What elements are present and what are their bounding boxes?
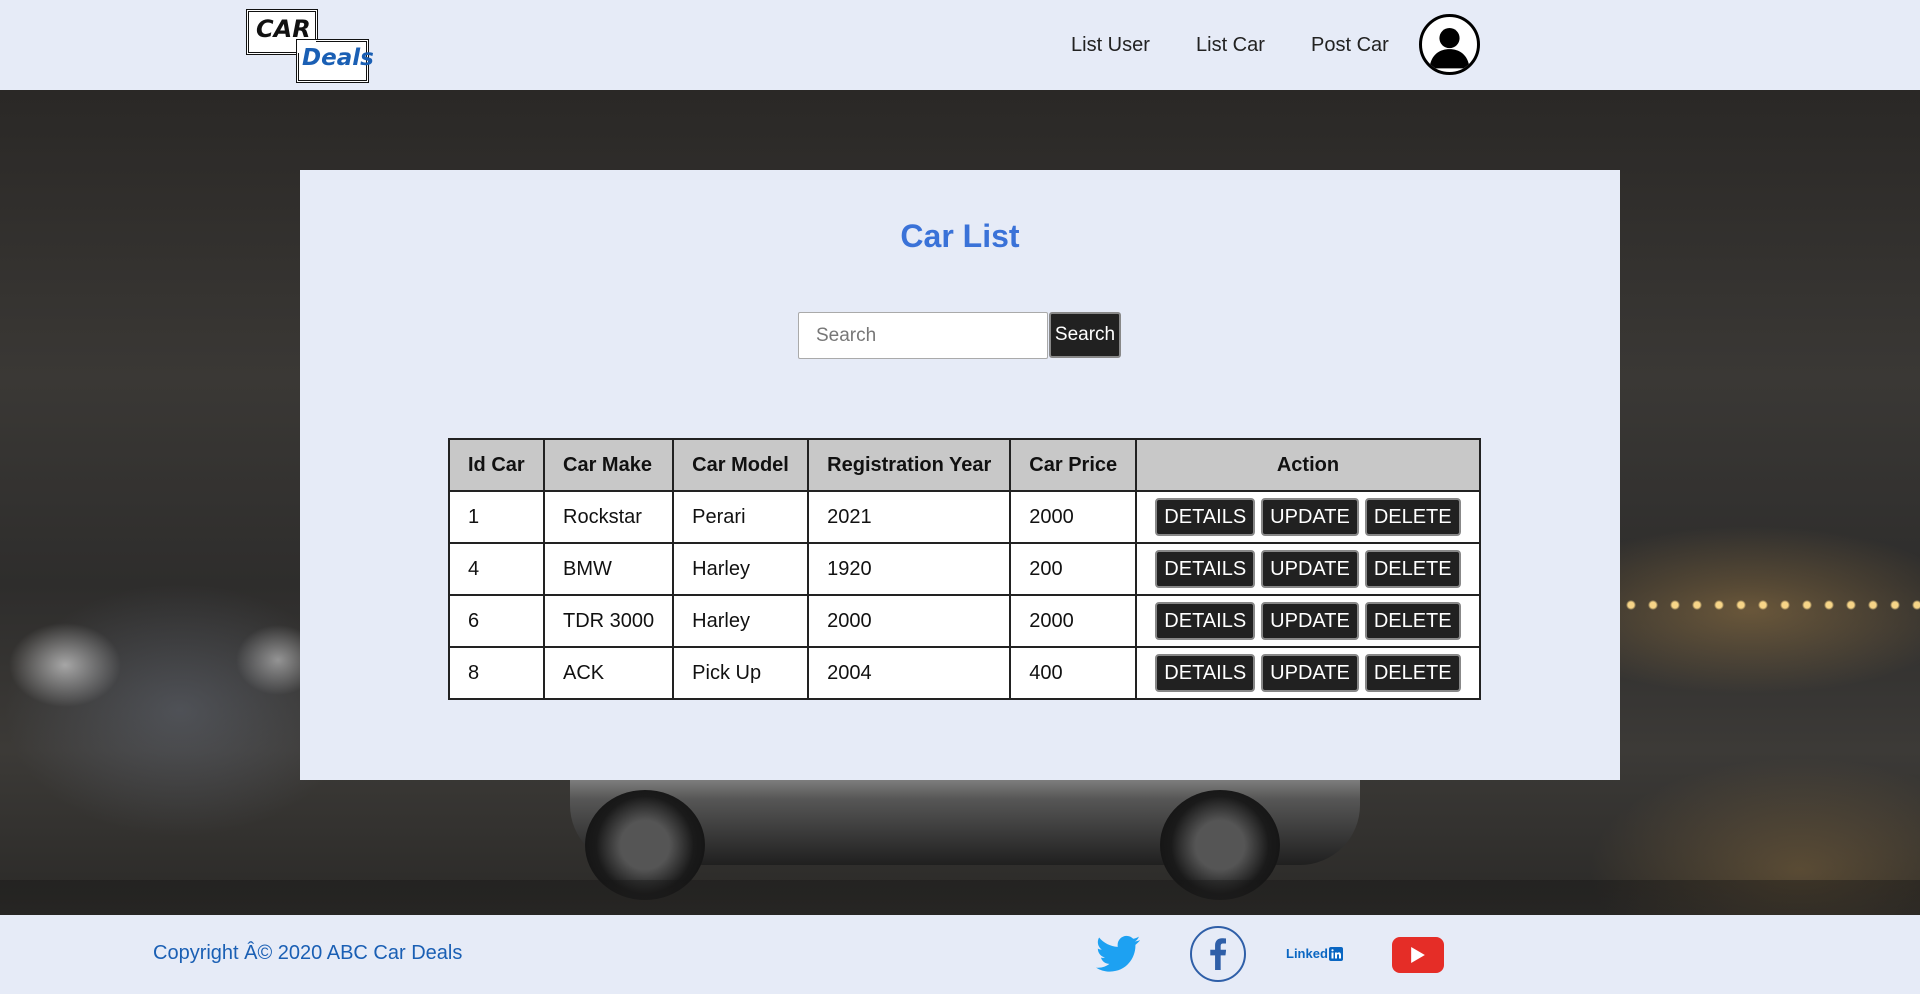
cell-year: 2000 xyxy=(807,594,1012,648)
cell-price: 2000 xyxy=(1009,594,1138,648)
cell-model: Pick Up xyxy=(672,646,810,700)
table-row: 1 Rockstar Perari 2021 2000 DETAILS UPDA… xyxy=(448,490,1481,544)
cell-actions: DETAILS UPDATE DELETE xyxy=(1135,646,1481,700)
details-button[interactable]: DETAILS xyxy=(1155,498,1256,536)
cell-id: 4 xyxy=(448,542,545,596)
page-title: Car List xyxy=(900,218,1020,254)
search-button[interactable]: Search xyxy=(1049,312,1121,358)
cell-year: 2004 xyxy=(807,646,1012,700)
copyright-text: Copyright Â© 2020 ABC Car Deals xyxy=(153,942,463,964)
table-row: 4 BMW Harley 1920 200 DETAILS UPDATE DEL… xyxy=(448,542,1481,596)
car-deals-logo[interactable]: CAR Deals xyxy=(246,9,374,83)
update-button[interactable]: UPDATE xyxy=(1261,602,1359,640)
cell-model: Harley xyxy=(672,542,810,596)
cell-make: BMW xyxy=(542,542,675,596)
cell-make: TDR 3000 xyxy=(542,594,675,648)
column-header: Registration Year xyxy=(807,438,1012,492)
cell-make: Rockstar xyxy=(542,490,675,544)
youtube-icon[interactable] xyxy=(1392,937,1444,973)
delete-button[interactable]: DELETE xyxy=(1364,498,1461,536)
cell-id: 6 xyxy=(448,594,545,648)
column-header: Action xyxy=(1135,438,1481,492)
cell-price: 400 xyxy=(1009,646,1138,700)
column-header: Id Car xyxy=(448,438,545,492)
logo-text-car: CAR xyxy=(256,15,311,43)
cell-model: Harley xyxy=(672,594,810,648)
site-footer: Copyright Â© 2020 ABC Car Deals Linked xyxy=(0,915,1920,994)
user-avatar-icon[interactable] xyxy=(1419,14,1480,75)
nav-post-car[interactable]: Post Car xyxy=(1311,34,1389,57)
cell-actions: DETAILS UPDATE DELETE xyxy=(1135,594,1481,648)
update-button[interactable]: UPDATE xyxy=(1261,550,1359,588)
car-table: Id Car Car Make Car Model Registration Y… xyxy=(448,438,1481,700)
car-list-panel: Car List Search Id Car Car Make Car Mode… xyxy=(300,170,1620,780)
cell-make: ACK xyxy=(542,646,675,700)
linkedin-icon[interactable]: Linked xyxy=(1286,946,1343,961)
cell-actions: DETAILS UPDATE DELETE xyxy=(1135,542,1481,596)
table-header-row: Id Car Car Make Car Model Registration Y… xyxy=(448,438,1481,492)
column-header: Car Make xyxy=(542,438,675,492)
cell-actions: DETAILS UPDATE DELETE xyxy=(1135,490,1481,544)
table-row: 8 ACK Pick Up 2004 400 DETAILS UPDATE DE… xyxy=(448,646,1481,700)
facebook-icon[interactable] xyxy=(1190,926,1246,982)
details-button[interactable]: DETAILS xyxy=(1155,550,1256,588)
linkedin-in-badge xyxy=(1328,946,1343,961)
delete-button[interactable]: DELETE xyxy=(1364,602,1461,640)
delete-button[interactable]: DELETE xyxy=(1364,654,1461,692)
column-header: Car Price xyxy=(1009,438,1138,492)
site-header: CAR Deals List User List Car Post Car xyxy=(0,0,1920,90)
details-button[interactable]: DETAILS xyxy=(1155,602,1256,640)
table-row: 6 TDR 3000 Harley 2000 2000 DETAILS UPDA… xyxy=(448,594,1481,648)
delete-button[interactable]: DELETE xyxy=(1364,550,1461,588)
cell-model: Perari xyxy=(672,490,810,544)
cell-id: 1 xyxy=(448,490,545,544)
details-button[interactable]: DETAILS xyxy=(1155,654,1256,692)
cell-year: 1920 xyxy=(807,542,1012,596)
search-input[interactable] xyxy=(798,312,1048,359)
cell-price: 2000 xyxy=(1009,490,1138,544)
update-button[interactable]: UPDATE xyxy=(1261,654,1359,692)
cell-price: 200 xyxy=(1009,542,1138,596)
cell-id: 8 xyxy=(448,646,545,700)
cell-year: 2021 xyxy=(807,490,1012,544)
nav-list-user[interactable]: List User xyxy=(1071,34,1150,57)
nav-list-car[interactable]: List Car xyxy=(1196,34,1265,57)
logo-text-deals: Deals xyxy=(302,45,374,71)
twitter-icon[interactable] xyxy=(1096,935,1140,973)
column-header: Car Model xyxy=(672,438,810,492)
update-button[interactable]: UPDATE xyxy=(1261,498,1359,536)
linkedin-label: Linked xyxy=(1286,946,1328,961)
